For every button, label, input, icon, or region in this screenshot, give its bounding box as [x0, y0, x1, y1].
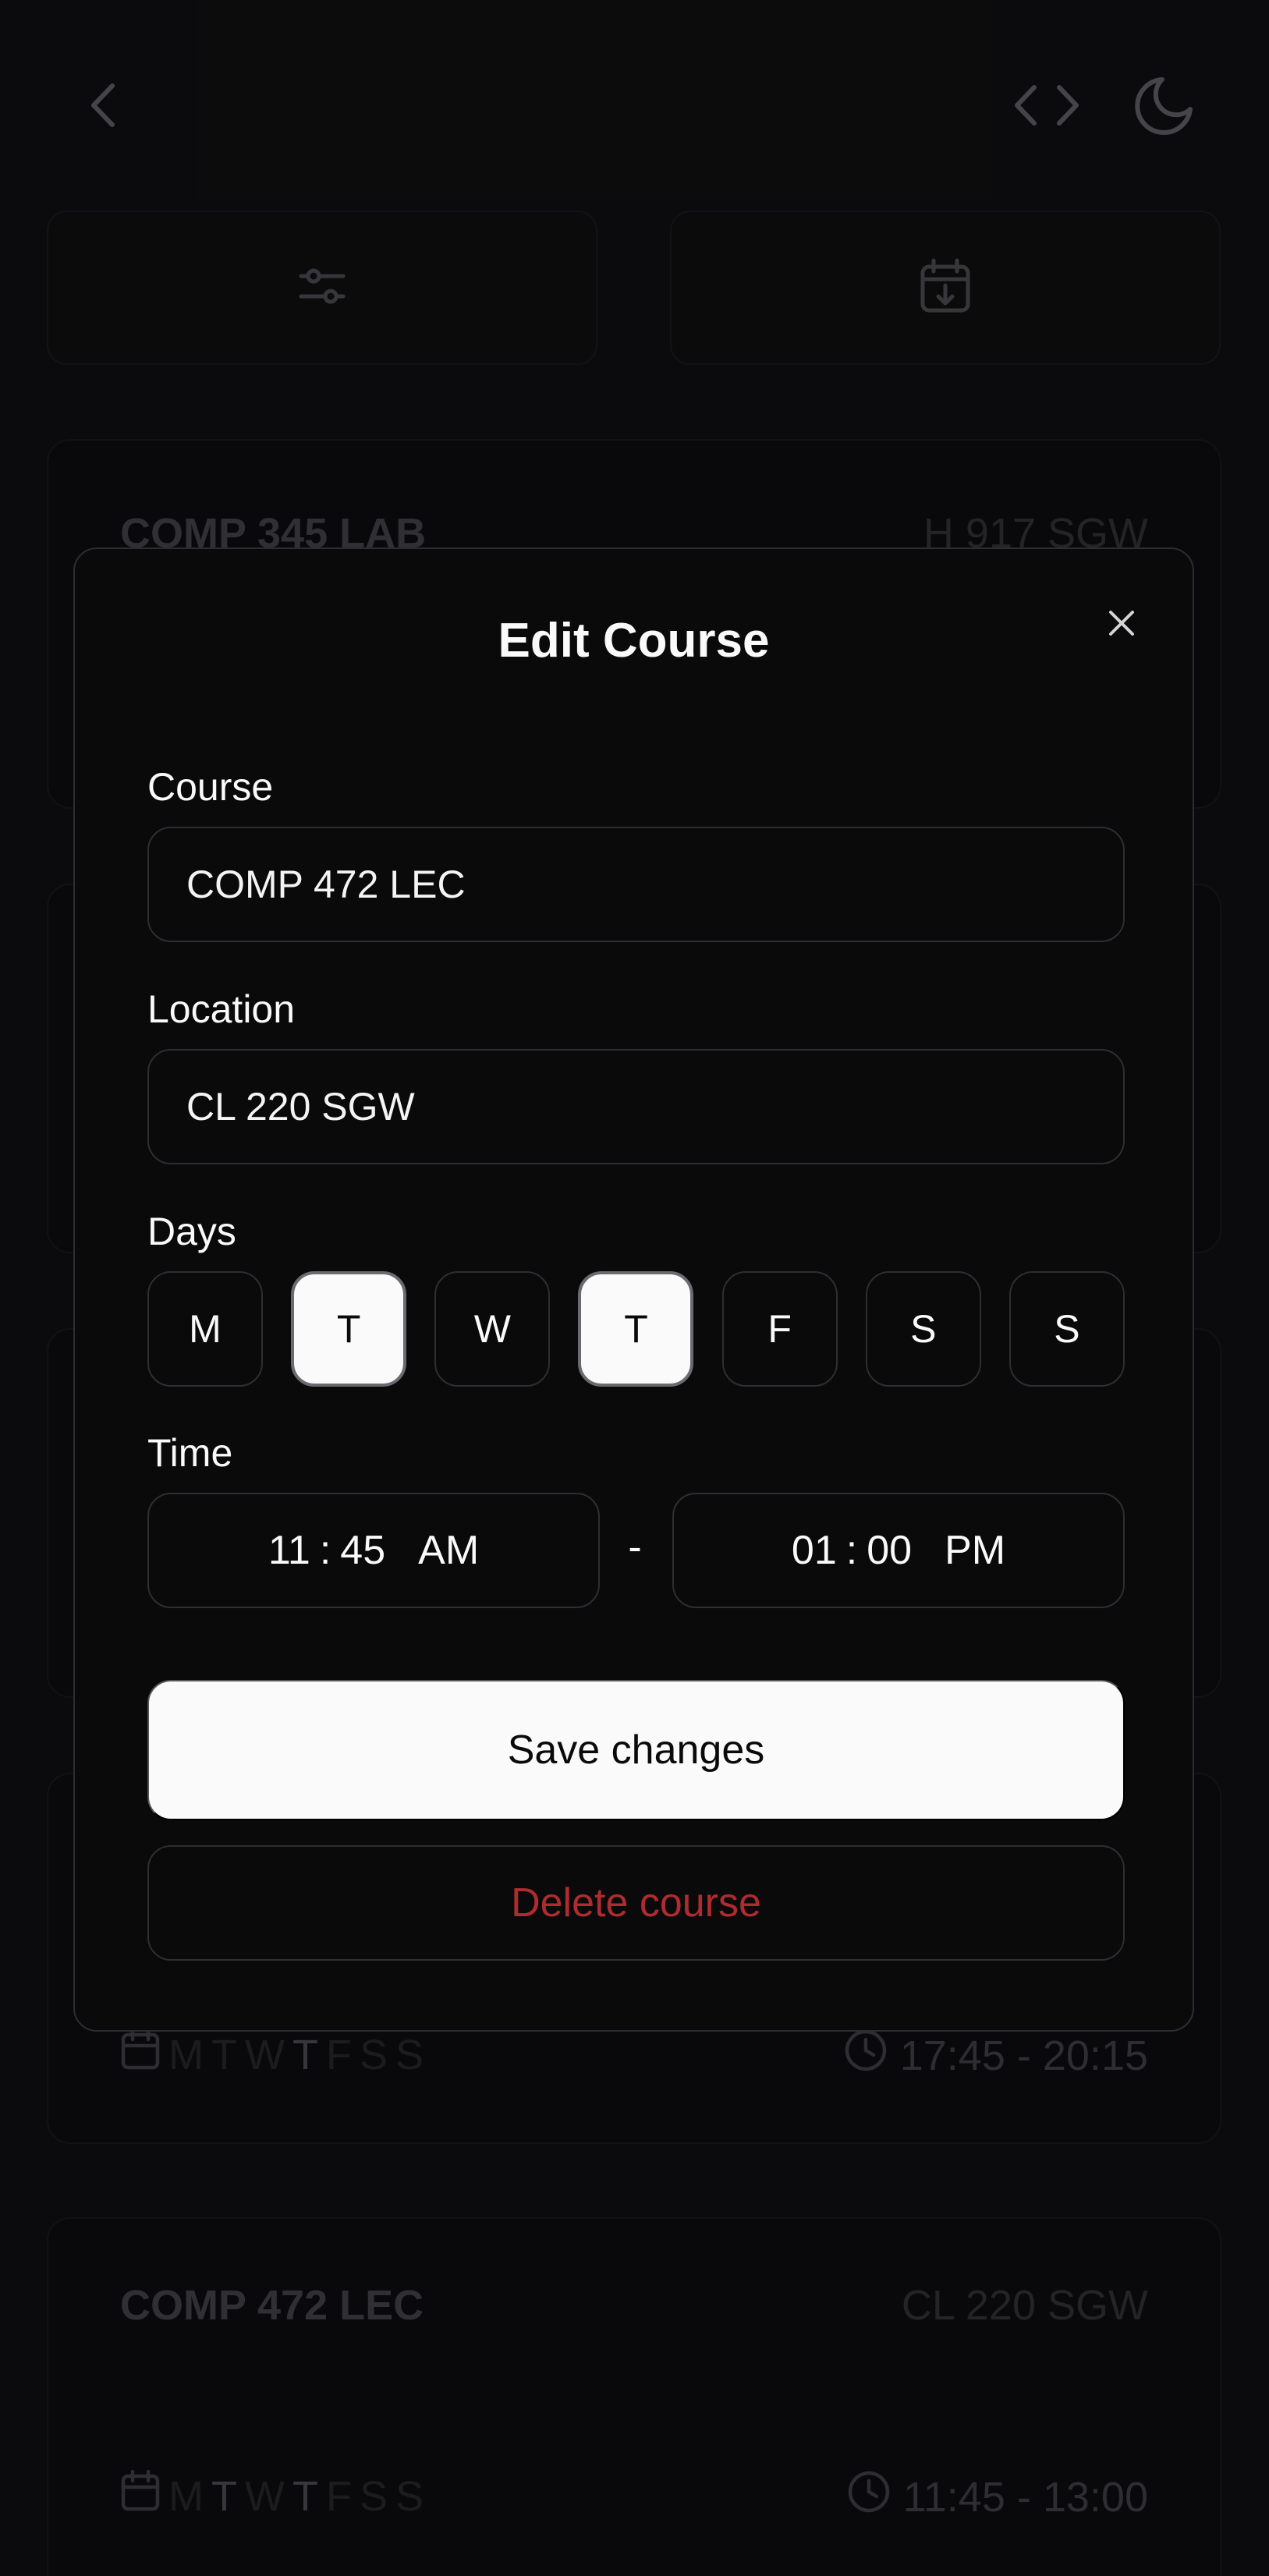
days-label: Days	[147, 1210, 236, 1253]
day-toggle-tuesday[interactable]: T	[291, 1271, 407, 1387]
days-selector: M T W T F S S	[147, 1271, 1125, 1387]
start-period[interactable]: AM	[418, 1527, 479, 1574]
time-colon: :	[845, 1528, 858, 1573]
day-toggle-saturday[interactable]: S	[865, 1271, 981, 1387]
delete-course-button[interactable]: Delete course	[147, 1845, 1125, 1961]
close-button[interactable]	[1093, 596, 1150, 654]
save-changes-button[interactable]: Save changes	[147, 1680, 1125, 1820]
day-toggle-monday[interactable]: M	[147, 1271, 263, 1387]
end-hour[interactable]: 01	[792, 1527, 837, 1574]
edit-course-dialog: Edit Course Course Location Days M T W T…	[73, 547, 1194, 2032]
time-range-separator: -	[628, 1525, 642, 1570]
time-colon: :	[319, 1528, 331, 1573]
course-label: Course	[147, 765, 274, 809]
location-label: Location	[147, 987, 296, 1031]
day-toggle-thursday[interactable]: T	[578, 1271, 694, 1387]
start-hour[interactable]: 11	[268, 1527, 310, 1574]
day-toggle-wednesday[interactable]: W	[434, 1271, 551, 1387]
day-toggle-friday[interactable]: F	[721, 1271, 838, 1387]
start-time-input[interactable]: 11 : 45 AM	[147, 1493, 600, 1608]
location-input[interactable]	[147, 1049, 1125, 1164]
dialog-title: Edit Course	[498, 614, 770, 668]
end-time-input[interactable]: 01 : 00 PM	[672, 1493, 1125, 1608]
start-minute[interactable]: 45	[340, 1527, 385, 1574]
course-input[interactable]	[147, 827, 1125, 942]
end-minute[interactable]: 00	[867, 1527, 912, 1574]
app-page: COMP 345 LAB H 917 SGW M T W T F S S 17:…	[0, 0, 1269, 2576]
day-toggle-sunday[interactable]: S	[1008, 1271, 1125, 1387]
time-label: Time	[147, 1431, 233, 1475]
end-period[interactable]: PM	[945, 1527, 1005, 1574]
close-icon	[1106, 608, 1137, 643]
